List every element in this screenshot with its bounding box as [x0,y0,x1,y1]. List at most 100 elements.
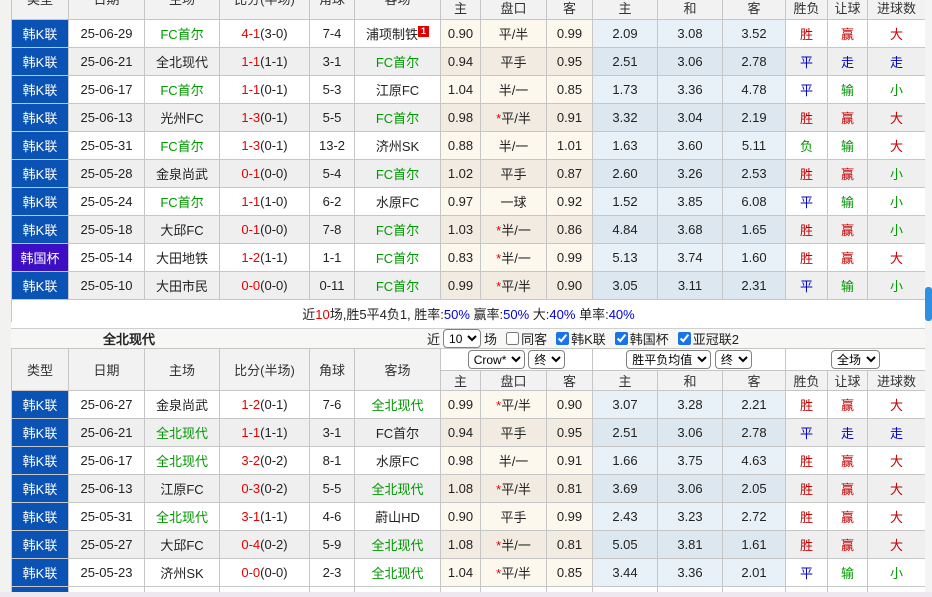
asian-home-odds-cell: 0.90 [440,19,481,48]
result-wdl-cell: 胜 [785,390,829,419]
euro-away-odds-cell: 6.08 [722,187,786,216]
result-handicap-cell: 输 [827,558,869,587]
result-wdl-cell: 负 [785,131,828,160]
col-date: 日期 [68,0,145,20]
date-cell: 25-05-14 [68,243,145,272]
date-cell: 25-06-17 [68,75,145,104]
league-type-cell: 韩K联 [11,159,69,188]
asian-home-odds-cell: 0.98 [440,103,481,132]
result-goals-cell: 大 [867,446,927,475]
result-goals-cell: 大 [867,19,925,48]
away-team-cell: FC首尔 [354,215,441,244]
near-label: 近 [427,332,441,347]
home-team-cell: 全北现代 [144,418,220,447]
handicap-cell: *平/半 [480,558,547,587]
checkbox-acl2: 亚冠联2 [672,329,739,348]
away-team-cell: 水原FC [354,446,441,475]
handicap-cell: 一球 [480,187,547,216]
col-euro-away: 客 [722,0,786,20]
result-handicap-cell: 赢 [827,159,868,188]
date-cell: 25-06-13 [68,103,145,132]
euro-away-odds-cell: 2.31 [722,271,786,300]
euro-odds-time-select[interactable]: 终 [714,350,752,369]
home-team-cell: 济州SK [144,558,220,587]
result-wdl-cell: 平 [785,75,828,104]
match-row: 韩K联 25-05-28 金泉尚武 0-1(0-0) 5-4 FC首尔 1.02 平手 0.87… [11,159,925,188]
score-cell: 3-2(0-2) [219,446,310,475]
date-cell: 25-05-24 [68,187,145,216]
handicap-cell: *平/半 [480,474,547,503]
col-type: 类型 [11,0,69,20]
match-scope-select[interactable]: 全场 [831,350,881,369]
euro-draw-odds-cell: 3.28 [657,390,723,419]
result-goals-cell: 走 [867,418,927,447]
match-row: 韩K联 25-06-27 金泉尚武 1-2(0-1) 7-6 全北现代 0.99 *平/半 0.… [11,390,927,419]
match-row: 韩K联 25-06-13 光州FC 1-3(0-1) 5-5 FC首尔 0.98 *平/半 0.… [11,103,925,132]
handicap-cell: *平/半 [480,390,547,419]
away-team-cell: 江原FC [354,75,441,104]
score-cell: 1-2(1-1) [219,243,310,272]
games-count-select[interactable]: 10 [443,329,482,348]
same-away-checkbox[interactable] [506,332,520,345]
home-team-cell: FC首尔 [144,131,220,160]
corner-cell: 7-4 [309,19,355,48]
match-row: 韩K联 25-05-31 全北现代 3-1(1-1) 4-6 蔚山HD 0.90 平手 0.99… [11,502,927,531]
euro-away-odds-cell: 2.72 [721,502,787,531]
asian-away-odds-cell: 0.81 [546,530,593,559]
team1-matches-section: 类型 日期 主场 比分(半场) 角球 客场 主 盘口 客 主 和 客 胜负 让球 [11,0,925,322]
result-wdl-cell: 平 [785,47,828,76]
league-type-cell: 韩K联 [11,187,69,216]
asian-home-odds-cell: 1.04 [440,75,481,104]
result-handicap-cell: 赢 [827,103,868,132]
league-type-cell: 韩K联 [11,131,69,160]
away-team-cell: FC首尔 [354,103,441,132]
date-cell: 25-05-27 [68,530,145,559]
result-wdl-cell: 平 [785,271,828,300]
asian-home-odds-cell: 0.94 [440,47,481,76]
euro-draw-odds-cell: 3.75 [657,446,723,475]
checkbox-label: 亚冠联2 [692,332,739,347]
league-type-cell: 韩K联 [11,75,69,104]
euro-away-odds-cell: 2.78 [721,418,787,447]
checkbox-korean-cup: 韩国杯 [609,329,669,348]
euro-home-odds-cell: 3.32 [592,103,658,132]
footer-strip [0,592,932,597]
result-goals-cell: 小 [867,215,925,244]
euro-away-odds-cell: 3.52 [722,19,786,48]
result-group-header: 全场 [785,348,927,371]
kleague-checkbox[interactable] [556,332,570,345]
home-team-cell: 大田市民 [144,271,220,300]
euro-odds-type-select[interactable]: 胜平负均值 [626,350,712,369]
score-cell: 0-4(0-2) [219,530,310,559]
korean-cup-checkbox[interactable] [614,332,628,345]
summary-row: 近10场,胜5平4负1, 胜率:50% 赢率:50% 大:40% 单率:40% [11,299,925,322]
col-euro-draw: 和 [657,0,723,20]
asian-home-odds-cell: 0.83 [440,243,481,272]
euro-draw-odds-cell: 3.08 [657,19,723,48]
score-cell: 4-1(3-0) [219,19,310,48]
main-content: 类型 日期 主场 比分(半场) 角球 客场 主 盘口 客 主 和 客 胜负 让球 [11,0,927,597]
date-cell: 25-06-21 [68,47,145,76]
asian-home-odds-cell: 1.08 [440,530,481,559]
odds-time-select[interactable]: 终 [528,350,566,369]
scrollbar-thumb[interactable] [925,287,932,321]
odds-source-select[interactable]: Crow* [467,350,525,369]
handicap-cell: 平/半 [480,19,547,48]
date-cell: 25-05-31 [68,131,145,160]
col-asian-away: 客 [546,370,593,391]
league-type-cell: 韩K联 [11,502,69,531]
asian-away-odds-cell: 0.95 [546,418,593,447]
home-team-cell: 金泉尚武 [144,159,220,188]
result-wdl-cell: 胜 [785,446,829,475]
match-row: 韩K联 25-06-29 FC首尔 4-1(3-0) 7-4 浦项制铁 1 0.90 平/半 0.… [11,19,925,48]
result-handicap-cell: 输 [827,75,868,104]
euro-home-odds-cell: 5.05 [592,530,658,559]
col-goals-result: 进球数 [867,370,927,391]
col-goals-result: 进球数 [867,0,925,20]
euro-home-odds-cell: 1.52 [592,187,658,216]
section-title: 全北现代 [103,332,156,347]
result-handicap-cell: 赢 [827,19,868,48]
acl2-checkbox[interactable] [677,332,691,345]
scrollbar[interactable] [925,0,932,597]
home-team-cell: 全北现代 [144,446,220,475]
